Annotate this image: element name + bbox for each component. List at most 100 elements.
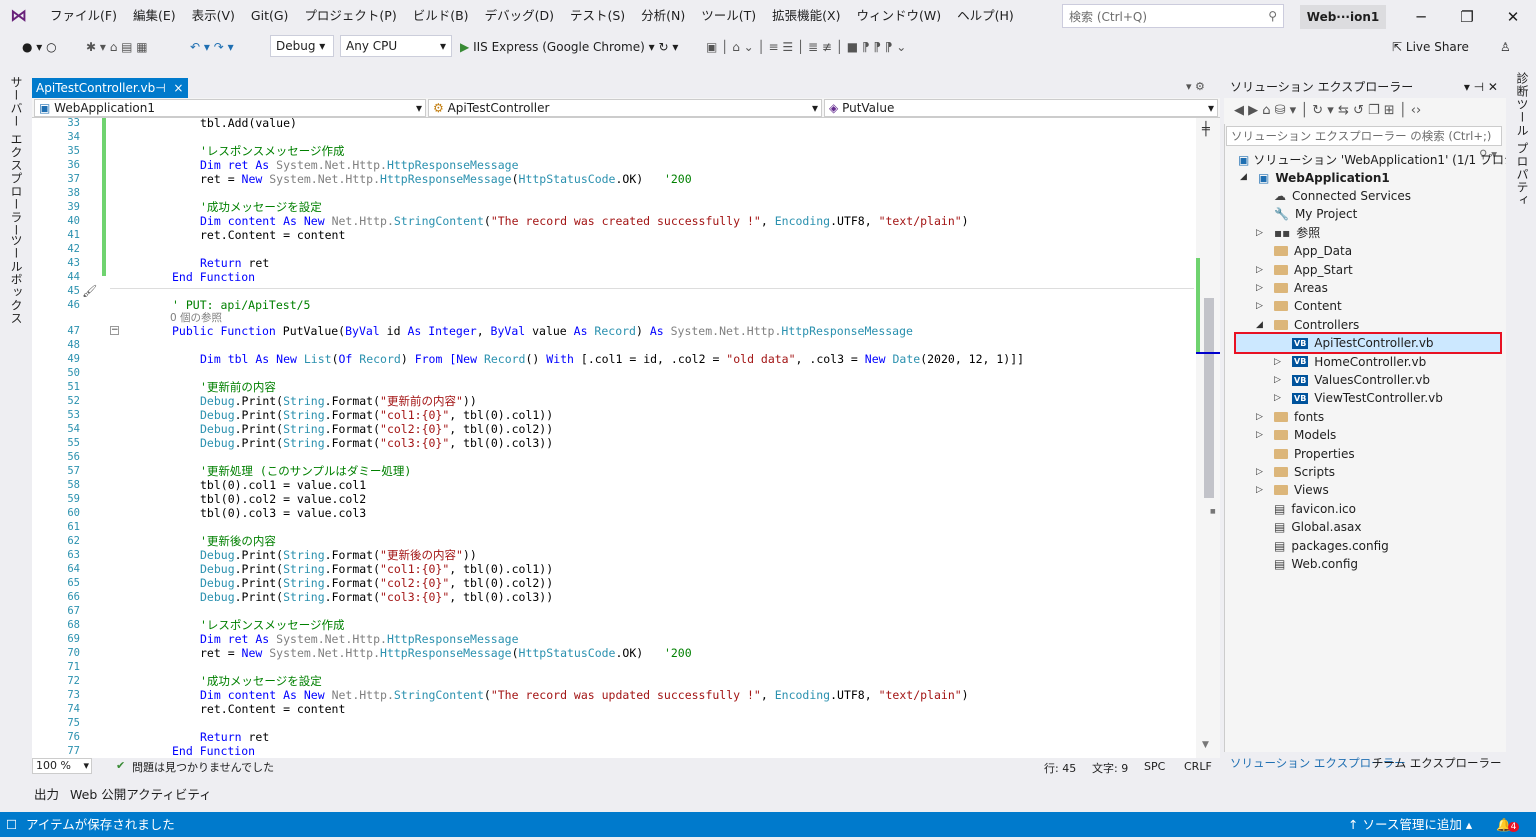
collapse-arrow-icon[interactable]: ◢ — [1256, 320, 1263, 330]
visual-studio-logo-icon[interactable]: ⋈ — [10, 6, 32, 26]
split-icon[interactable]: ╪ — [1202, 122, 1210, 137]
tree-item[interactable]: Areas — [1274, 279, 1328, 297]
expand-arrow-icon[interactable]: ▷ — [1256, 485, 1263, 495]
toolbox-tab[interactable]: ツールボックス — [8, 234, 25, 325]
tree-item[interactable]: Content — [1274, 297, 1342, 315]
expand-arrow-icon[interactable]: ▷ — [1256, 228, 1263, 238]
menu-edit[interactable]: 編集(E) — [125, 0, 184, 32]
config-select[interactable]: Debug ▾ — [270, 35, 334, 57]
tree-item[interactable]: App_Data — [1274, 242, 1352, 260]
issues-text[interactable]: 問題は見つかりませんでした — [132, 759, 274, 775]
menu-build[interactable]: ビルド(B) — [405, 0, 477, 32]
code-token: ret = — [200, 172, 242, 186]
expand-arrow-icon[interactable]: ▷ — [1256, 467, 1263, 477]
menu-help[interactable]: ヘルプ(H) — [949, 0, 1022, 32]
source-control-button[interactable]: ↑ ソース管理に追加 ▴ — [1348, 812, 1472, 837]
back-icon[interactable]: ● ▾ ○ — [22, 36, 57, 58]
menu-project[interactable]: プロジェクト(P) — [296, 0, 404, 32]
maximize-icon[interactable]: ❐ — [1450, 6, 1484, 28]
tab-web-publish[interactable]: Web 公開アクティビティ — [70, 784, 212, 803]
tree-item[interactable]: VB ValuesController.vb — [1292, 371, 1430, 389]
toolbar-tools-icon[interactable]: ▣ │ ⌂ ⌄ │ ≡ ☰ │ ≣ ≢ │ ■ ⁋ ⁋ ⁋ ⌄ — [706, 36, 906, 58]
expand-arrow-icon[interactable]: ▷ — [1274, 375, 1281, 385]
project-node[interactable]: ▣ WebApplication1 — [1258, 169, 1390, 187]
crlf-indicator[interactable]: CRLF — [1184, 760, 1212, 773]
close-icon[interactable]: ✕ — [1496, 6, 1530, 28]
run-button[interactable]: ▶ IIS Express (Google Chrome) ▾ ↻ ▾ — [460, 36, 678, 58]
tree-item[interactable]: Scripts — [1274, 463, 1335, 481]
solution-explorer-toolbar[interactable]: ◀ ▶ ⌂ ⛁ ▾ │ ↻ ▾ ⇆ ↺ ❐ ⊞ │ ‹› — [1224, 98, 1506, 124]
panel-controls-icon[interactable]: ▾ ⊣ ✕ — [1464, 76, 1498, 98]
menu-extensions[interactable]: 拡張機能(X) — [764, 0, 848, 32]
class-select[interactable]: ⚙ ApiTestController ▾ — [428, 99, 822, 117]
undo-icon[interactable]: ↶ ▾ ↷ ▾ — [190, 36, 234, 58]
tree-item-selected[interactable]: VB ApiTestController.vb — [1234, 332, 1502, 355]
new-project-icon[interactable]: ✱ ▾ ⌂ ▤ ▦ — [86, 36, 148, 58]
code-token: tbl(0).col3 = value.col3 — [200, 506, 367, 520]
project-select[interactable]: ▣ WebApplication1 ▾ — [34, 99, 426, 117]
tree-item[interactable]: Controllers — [1274, 316, 1359, 334]
tree-item-label: Global.asax — [1291, 520, 1362, 535]
tree-item[interactable]: VB HomeController.vb — [1292, 353, 1426, 371]
expand-arrow-icon[interactable]: ▷ — [1274, 393, 1281, 403]
tab-apitestcontroller[interactable]: ApiTestController.vb ⊣ × — [32, 78, 188, 98]
tree-item[interactable]: Models — [1274, 426, 1336, 444]
solution-search-input[interactable]: ソリューション エクスプローラー の検索 (Ctrl+;) ⚲ ▾ — [1226, 126, 1502, 161]
code-token: .Format( — [324, 548, 381, 562]
expand-arrow-icon[interactable]: ▷ — [1256, 283, 1263, 293]
zoom-select[interactable]: 100 % ▾ — [32, 758, 92, 774]
code-token: String — [283, 548, 325, 562]
tab-output[interactable]: 出力 — [34, 784, 59, 803]
scrollbar-thumb[interactable] — [1204, 298, 1214, 498]
menu-git[interactable]: Git(G) — [243, 0, 297, 32]
search-input[interactable]: 検索 (Ctrl+Q) ⚲ — [1062, 4, 1284, 28]
pin-icon[interactable]: ⊣ — [155, 81, 165, 95]
scroll-down-icon[interactable]: ▼ — [1202, 740, 1209, 750]
menu-tools[interactable]: ツール(T) — [693, 0, 764, 32]
platform-select[interactable]: Any CPU ▾ — [340, 35, 452, 57]
notification-bell-icon[interactable]: 🔔4 — [1496, 812, 1520, 840]
menu-analyze[interactable]: 分析(N) — [633, 0, 693, 32]
tree-item[interactable]: ▤ Global.asax — [1274, 518, 1362, 536]
menu-view[interactable]: 表示(V) — [184, 0, 243, 32]
collapse-icon[interactable]: − — [110, 326, 119, 335]
minimize-icon[interactable]: ─ — [1404, 6, 1438, 28]
properties-tab[interactable]: プロパティ — [1514, 142, 1531, 207]
expand-arrow-icon[interactable]: ▷ — [1256, 412, 1263, 422]
menu-debug[interactable]: デバッグ(D) — [477, 0, 562, 32]
tab-team-explorer[interactable]: チーム エクスプローラー — [1372, 752, 1501, 774]
expand-arrow-icon[interactable]: ▷ — [1274, 357, 1281, 367]
right-tool-strip: 診断ツール プロパティ — [1506, 62, 1536, 767]
reference-count[interactable]: 0 個の参照 — [170, 312, 222, 324]
tree-item[interactable]: VB ViewTestController.vb — [1292, 389, 1443, 407]
expand-arrow-icon[interactable]: ▷ — [1256, 301, 1263, 311]
code-editor[interactable]: 33 34 35 36 37 38 39 40 41 42 43 44 45 46 47 48 49 50 51 52… — [32, 118, 1196, 758]
tree-item[interactable]: Views — [1274, 481, 1329, 499]
tree-item[interactable]: ▪▪ 参照 — [1274, 224, 1320, 242]
tree-item[interactable]: 🔧 My Project — [1274, 205, 1357, 223]
expand-arrow-icon[interactable]: ◢ — [1240, 172, 1247, 182]
tree-item[interactable]: Properties — [1274, 445, 1355, 463]
menu-file[interactable]: ファイル(F) — [42, 0, 125, 32]
code-token: "更新後の内容" — [380, 548, 463, 562]
tree-item[interactable]: ☁ Connected Services — [1274, 187, 1411, 205]
tree-item[interactable]: ▤ packages.config — [1274, 537, 1389, 555]
expand-arrow-icon[interactable]: ▷ — [1256, 265, 1263, 275]
expand-arrow-icon[interactable]: ▷ — [1256, 430, 1263, 440]
tree-item[interactable]: App_Start — [1274, 261, 1353, 279]
line-number: 60 — [67, 507, 80, 519]
menu-test[interactable]: テスト(S) — [562, 0, 633, 32]
tab-close-icon[interactable]: × — [173, 81, 183, 95]
diagnostics-tab[interactable]: 診断ツール — [1514, 72, 1531, 137]
tab-overflow-icon[interactable]: ▾ ⚙ — [1186, 80, 1205, 93]
editor-scrollbar[interactable]: ╪ ■ ▼ — [1196, 118, 1220, 758]
menu-window[interactable]: ウィンドウ(W) — [848, 0, 949, 32]
server-explorer-tab[interactable]: サーバー エクスプローラー — [8, 76, 25, 237]
live-share-button[interactable]: ⇱ Live Share — [1392, 36, 1469, 58]
account-icon[interactable]: ♙ — [1500, 36, 1511, 58]
solution-node[interactable]: ▣ ソリューション 'WebApplication1' (1/1 プロジェクト) — [1238, 151, 1536, 169]
member-select[interactable]: ◈ PutValue ▾ — [824, 99, 1218, 117]
tree-item[interactable]: ▤ Web.config — [1274, 555, 1358, 573]
tree-item[interactable]: ▤ favicon.ico — [1274, 500, 1356, 518]
tree-item[interactable]: fonts — [1274, 408, 1324, 426]
